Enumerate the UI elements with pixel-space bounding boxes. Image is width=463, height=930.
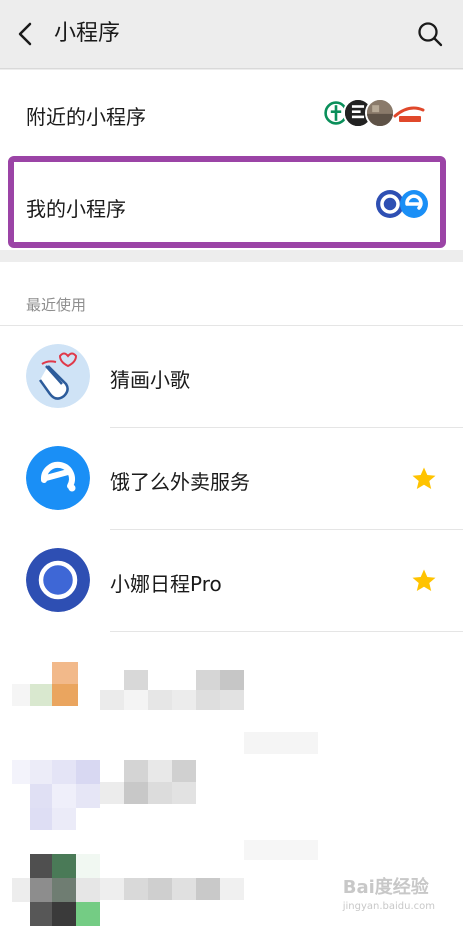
pixel: [220, 878, 244, 900]
app-name: 小娜日程Pro: [110, 572, 222, 596]
my-mini-programs-icons: [376, 190, 428, 218]
star-icon[interactable]: [411, 568, 437, 594]
pixel: [30, 760, 52, 784]
pixel: [12, 684, 30, 706]
pixel: [148, 878, 172, 900]
pixel: [52, 808, 76, 830]
pixel: [220, 670, 244, 690]
search-icon[interactable]: [417, 21, 443, 47]
pixel: [52, 760, 76, 784]
list-item-eleme[interactable]: 饿了么外卖服务: [0, 428, 463, 530]
pixel: [52, 902, 76, 926]
pixel: [30, 902, 52, 926]
pixel: [52, 684, 78, 706]
pixel: [30, 878, 52, 902]
recently-used-title: 最近使用: [26, 296, 87, 314]
my-mini-programs-label: 我的小程序: [26, 197, 126, 221]
list-item-xiaona-schedule[interactable]: 小娜日程Pro: [0, 530, 463, 632]
pixel: [76, 784, 100, 808]
app-name: 猜画小歌: [110, 368, 190, 392]
pixel: [220, 690, 244, 710]
brand-logo-icon: [393, 106, 425, 122]
pixel: [12, 878, 30, 902]
pixel: [172, 878, 196, 900]
eleme-logo-icon: [26, 446, 90, 510]
top-bar: 小程序: [0, 0, 463, 69]
nearby-label: 附近的小程序: [26, 105, 146, 129]
nearby-thumbnails: [321, 98, 431, 128]
pixel: [172, 782, 196, 804]
page-title: 小程序: [54, 21, 121, 46]
pixel: [124, 878, 148, 900]
pixel: [30, 854, 52, 878]
pixel: [196, 878, 220, 900]
list-item-guess-draw[interactable]: 猜画小歌: [0, 326, 463, 428]
nearby-mini-programs-row[interactable]: 附近的小程序: [0, 70, 463, 158]
pixel: [148, 782, 172, 804]
pixel: [244, 732, 318, 754]
pixel: [30, 808, 52, 830]
baidu-jingyan-watermark: Bai度经验 jingyan.baidu.com: [343, 873, 435, 912]
pixel: [148, 760, 172, 782]
pixel: [12, 760, 30, 784]
pixel: [124, 670, 148, 690]
pixel: [196, 690, 220, 710]
hand-drawing-icon: [26, 344, 90, 408]
pixel: [52, 784, 76, 808]
recently-used-section: 最近使用 猜画小歌 饿了么外卖服务 小娜日程Pro Bai度经验 jingyan…: [0, 262, 463, 930]
pixel: [52, 854, 76, 878]
pixel: [124, 760, 148, 782]
pixel: [244, 840, 318, 860]
watermark-url: jingyan.baidu.com: [342, 901, 435, 912]
my-mini-programs-row[interactable]: 我的小程序: [0, 158, 463, 250]
ring-logo-icon: [26, 548, 90, 612]
pixel: [76, 878, 100, 902]
watermark-brand: Bai度经验: [342, 877, 429, 898]
app-name: 饿了么外卖服务: [110, 470, 250, 494]
pixel: [196, 670, 220, 690]
pixel: [30, 684, 52, 706]
pixel: [76, 760, 100, 784]
star-icon[interactable]: [411, 466, 437, 492]
pixel: [100, 878, 124, 900]
pixel: [172, 690, 196, 710]
pixel: [52, 662, 78, 684]
pixel: [76, 902, 100, 926]
pixel: [52, 878, 76, 902]
pixel: [76, 854, 100, 878]
pixel: [100, 782, 124, 804]
pixel: [30, 784, 52, 808]
pixel: [124, 782, 148, 804]
pixel: [148, 690, 172, 710]
pixel: [124, 690, 148, 710]
pixel: [172, 760, 196, 782]
pixel: [100, 690, 124, 710]
back-arrow-icon[interactable]: [12, 20, 40, 48]
